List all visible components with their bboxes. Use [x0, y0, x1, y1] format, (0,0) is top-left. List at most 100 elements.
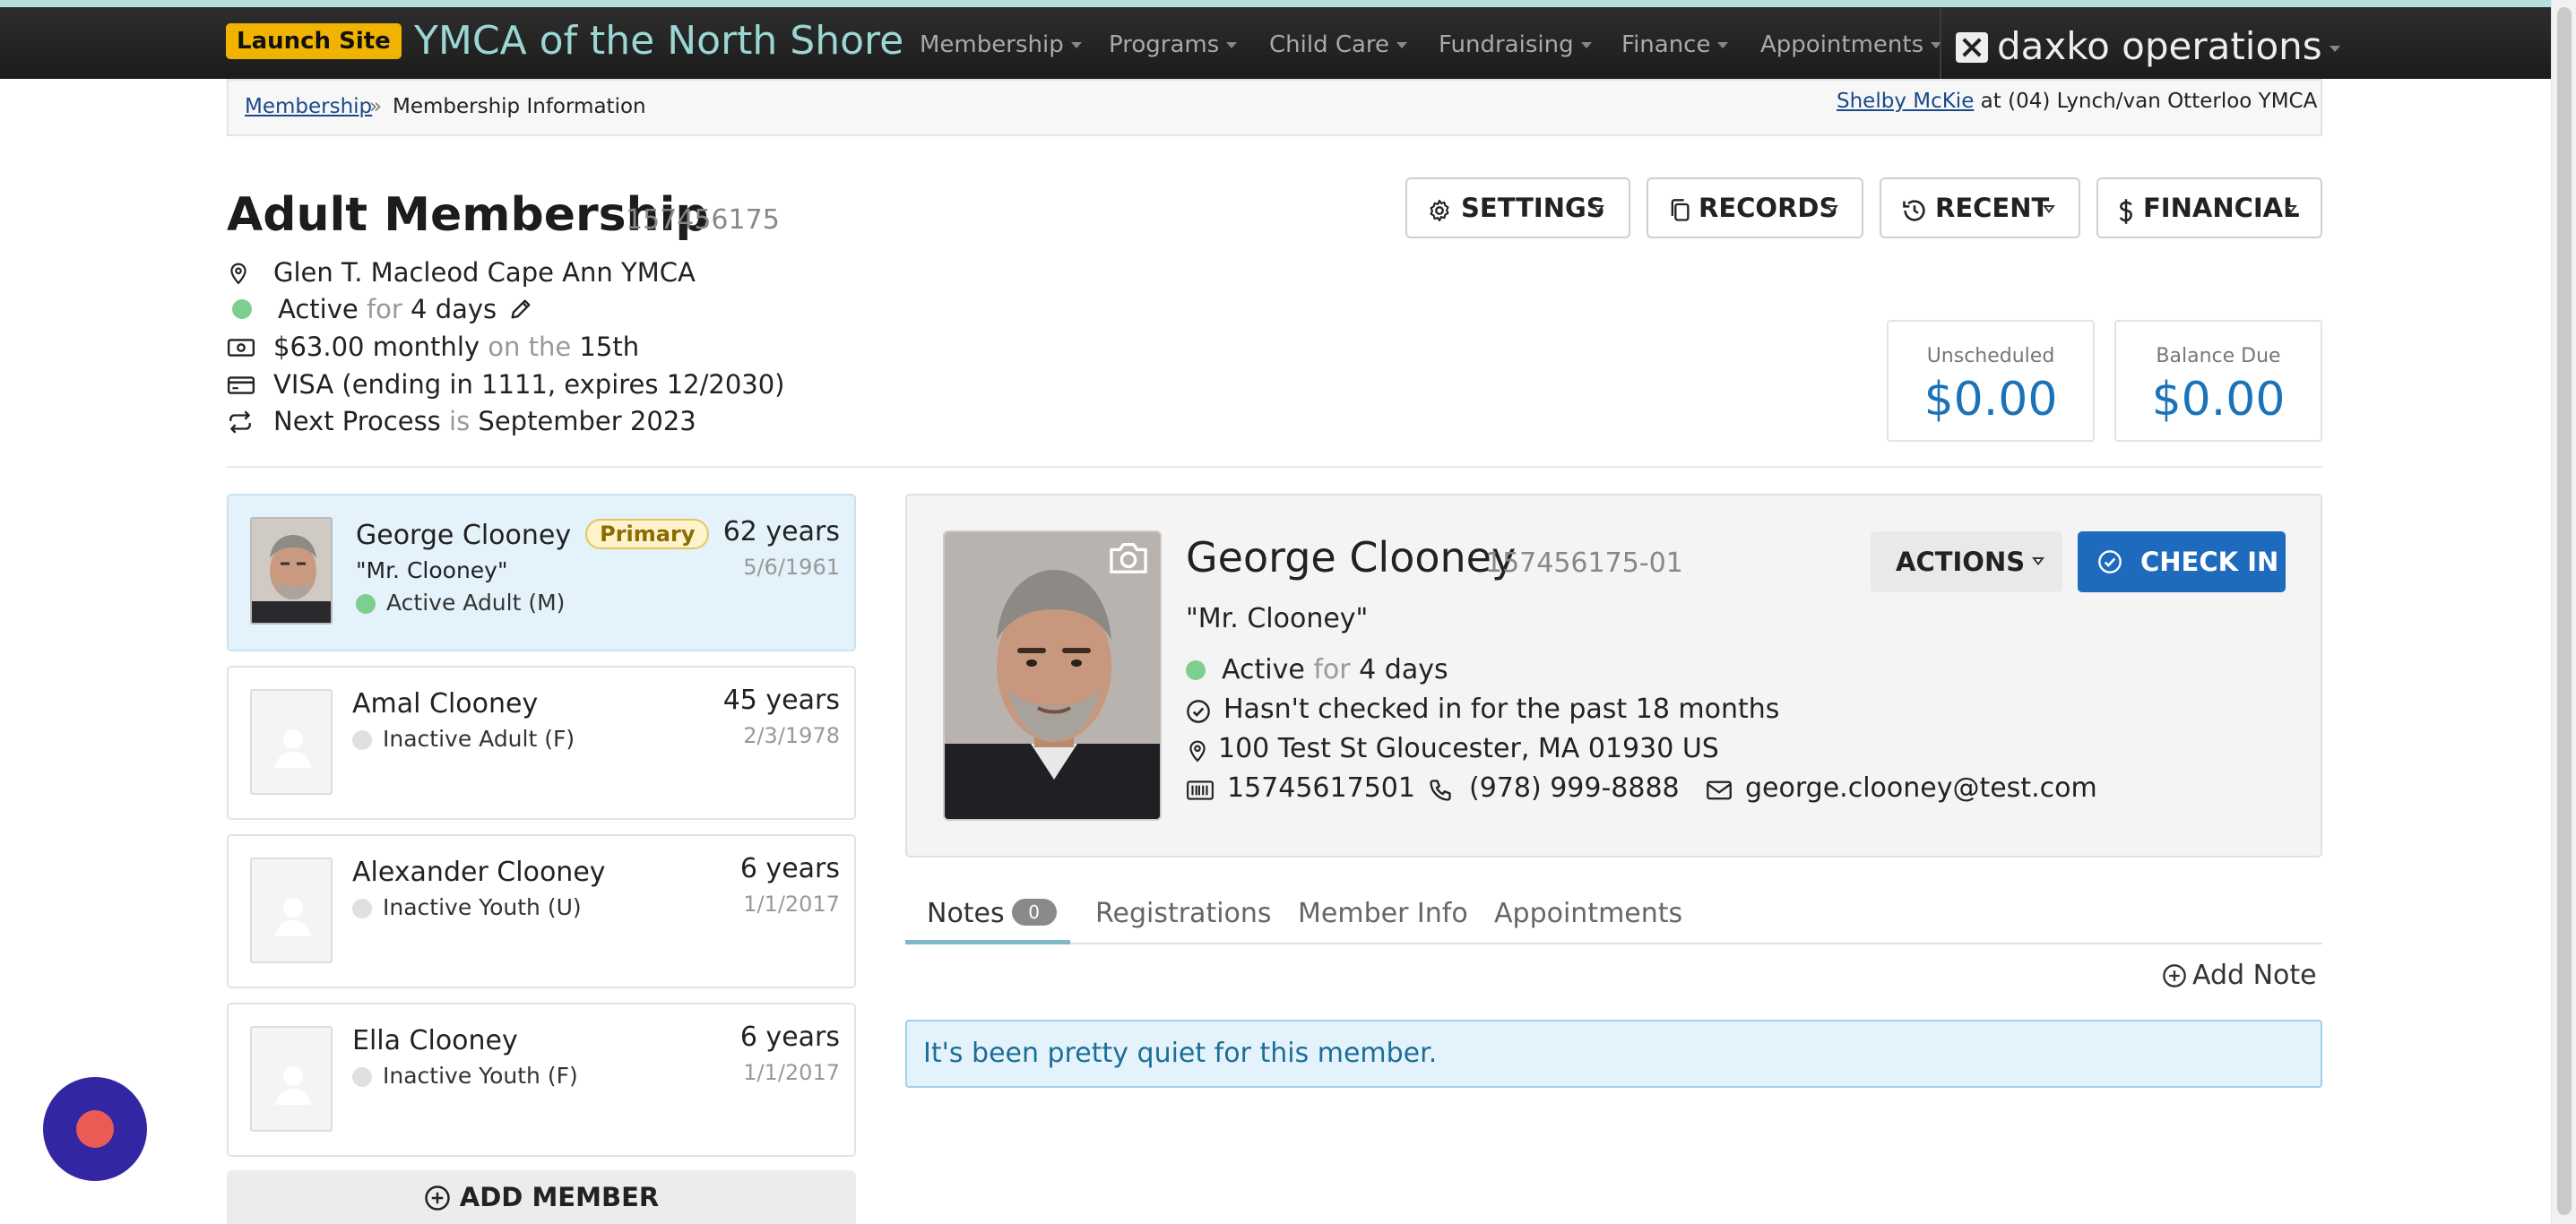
member-avatar	[250, 689, 333, 795]
tab-notes-label: Notes	[927, 898, 1005, 929]
daxko-brand-menu[interactable]: daxko operations	[1956, 20, 2340, 73]
tab-notes[interactable]: Notes 0	[905, 887, 1070, 944]
is-word: is	[449, 406, 471, 436]
member-status: Active Adult (M)	[356, 589, 565, 617]
phone-icon	[1430, 780, 1451, 801]
member-name: Ella Clooney	[352, 1025, 518, 1056]
unscheduled-balance: Unscheduled $0.00	[1887, 320, 2095, 442]
member-status: Inactive Adult (F)	[352, 725, 575, 754]
membership-duration: 4 days	[411, 294, 497, 324]
status-inactive-dot	[352, 730, 372, 750]
profile-tabs: Notes 0 Registrations Member Info Appoint…	[905, 887, 2322, 944]
status-inactive-dot	[352, 1067, 372, 1087]
launch-site-button[interactable]: Launch Site	[226, 23, 402, 59]
next-process-label: Next Process	[273, 406, 441, 436]
money-icon	[227, 339, 255, 357]
check-in-button[interactable]: CHECK IN	[2078, 531, 2286, 592]
nav-fundraising[interactable]: Fundraising	[1439, 30, 1592, 59]
nav-child-care[interactable]: Child Care	[1269, 30, 1408, 59]
member-age: 6 years	[739, 853, 840, 884]
caret-down-icon	[1580, 42, 1592, 48]
add-note-button[interactable]: Add Note	[2162, 959, 2317, 993]
member-card-ella[interactable]: Ella Clooney Inactive Youth (F) 6 years …	[227, 1003, 856, 1157]
membership-status: Active	[278, 294, 359, 324]
check-in-label: CHECK IN	[2140, 547, 2279, 577]
top-accent-strip	[0, 0, 2576, 7]
envelope-icon	[1707, 780, 1732, 800]
member-card-alexander[interactable]: Alexander Clooney Inactive Youth (U) 6 y…	[227, 834, 856, 988]
member-profile-photo[interactable]	[943, 530, 1162, 821]
caret-down-icon	[2032, 557, 2044, 565]
caret-down-icon	[1826, 205, 1838, 213]
barcode-icon	[1187, 780, 1214, 800]
primary-badge: Primary	[585, 519, 710, 549]
nav-appointments[interactable]: Appointments	[1760, 30, 1942, 59]
member-age: 45 years	[722, 685, 840, 716]
nav-finance[interactable]: Finance	[1621, 30, 1729, 59]
user-name-link[interactable]: Shelby McKie	[1837, 90, 1974, 113]
member-avatar	[250, 1026, 333, 1132]
add-member-button[interactable]: ADD MEMBER	[227, 1170, 856, 1224]
gear-icon	[1430, 199, 1449, 222]
nav-membership[interactable]: Membership	[920, 30, 1082, 59]
org-name[interactable]: YMCA of the North Shore	[414, 14, 903, 68]
person-placeholder-icon	[275, 898, 311, 936]
tab-member-info[interactable]: Member Info	[1298, 887, 1468, 944]
divider	[227, 466, 2322, 468]
records-button[interactable]: RECORDS	[1647, 177, 1863, 238]
breadcrumb-membership-link[interactable]: Membership	[245, 93, 372, 120]
member-name: George Clooney Primary	[356, 519, 710, 553]
tab-appointments[interactable]: Appointments	[1494, 887, 1682, 944]
for-word: for	[1313, 654, 1351, 685]
member-name-text: George Clooney	[356, 520, 572, 551]
copy-icon	[1671, 199, 1690, 221]
caret-down-icon	[1396, 42, 1408, 48]
member-avatar	[250, 858, 333, 963]
member-status-text: Inactive Youth (U)	[383, 894, 582, 920]
member-status-text: Active Adult (M)	[386, 590, 566, 616]
user-location: Shelby McKie at (04) Lynch/van Otterloo …	[1837, 88, 2317, 115]
nav-child-care-label: Child Care	[1269, 31, 1390, 58]
financial-label: FINANCIAL	[2143, 193, 2300, 223]
membership-bill-day: 15th	[579, 332, 640, 362]
nav-programs[interactable]: Programs	[1109, 30, 1238, 59]
status-active-dot	[1186, 660, 1206, 680]
profile-phone: (978) 999-8888	[1469, 772, 1680, 804]
financial-button[interactable]: FINANCIAL	[2096, 177, 2322, 238]
profile-email[interactable]: george.clooney@test.com	[1745, 771, 2097, 806]
camera-icon[interactable]	[1108, 539, 1149, 575]
chat-launcher-button[interactable]	[43, 1077, 147, 1181]
caret-down-icon	[1717, 42, 1729, 48]
member-status-text: Inactive Youth (F)	[383, 1063, 578, 1089]
notes-count-badge: 0	[1011, 899, 1057, 926]
status-active-dot	[356, 594, 376, 614]
record-dot-icon	[76, 1110, 114, 1148]
member-name: Amal Clooney	[352, 688, 539, 720]
caret-down-icon	[1070, 42, 1082, 48]
page-scrollbar[interactable]	[2551, 0, 2576, 1224]
profile-status: Active	[1222, 654, 1305, 685]
member-nickname: "Mr. Clooney"	[356, 557, 508, 583]
recent-button[interactable]: RECENT	[1880, 177, 2080, 238]
profile-nickname: "Mr. Clooney"	[1186, 603, 1369, 634]
membership-id: 157456175	[626, 204, 780, 236]
balance-due-label: Balance Due	[2156, 345, 2281, 367]
member-status-text: Inactive Adult (F)	[383, 726, 575, 752]
profile-address: 100 Test St Gloucester, MA 01930 US	[1218, 733, 1719, 764]
settings-button[interactable]: SETTINGS	[1405, 177, 1630, 238]
nav-divider	[1940, 7, 1941, 79]
caret-down-icon	[1592, 205, 1604, 213]
check-circle-icon	[2098, 550, 2122, 573]
nav-membership-label: Membership	[920, 31, 1064, 58]
balance-due: Balance Due $0.00	[2114, 320, 2322, 442]
edit-pencil-icon[interactable]	[508, 297, 533, 322]
for-word: for	[366, 294, 402, 324]
actions-button[interactable]: ACTIONS	[1871, 531, 2062, 592]
user-location-text: at (04) Lynch/van Otterloo YMCA	[1980, 90, 2318, 113]
tab-registrations[interactable]: Registrations	[1095, 887, 1272, 944]
scrollbar-thumb[interactable]	[2557, 7, 2572, 1215]
member-photo	[945, 532, 1160, 819]
membership-card: VISA (ending in 1111, expires 12/2030)	[273, 369, 785, 400]
member-card-amal[interactable]: Amal Clooney Inactive Adult (F) 45 years…	[227, 666, 856, 820]
member-card-george[interactable]: George Clooney Primary "Mr. Clooney" Acti…	[227, 494, 856, 651]
